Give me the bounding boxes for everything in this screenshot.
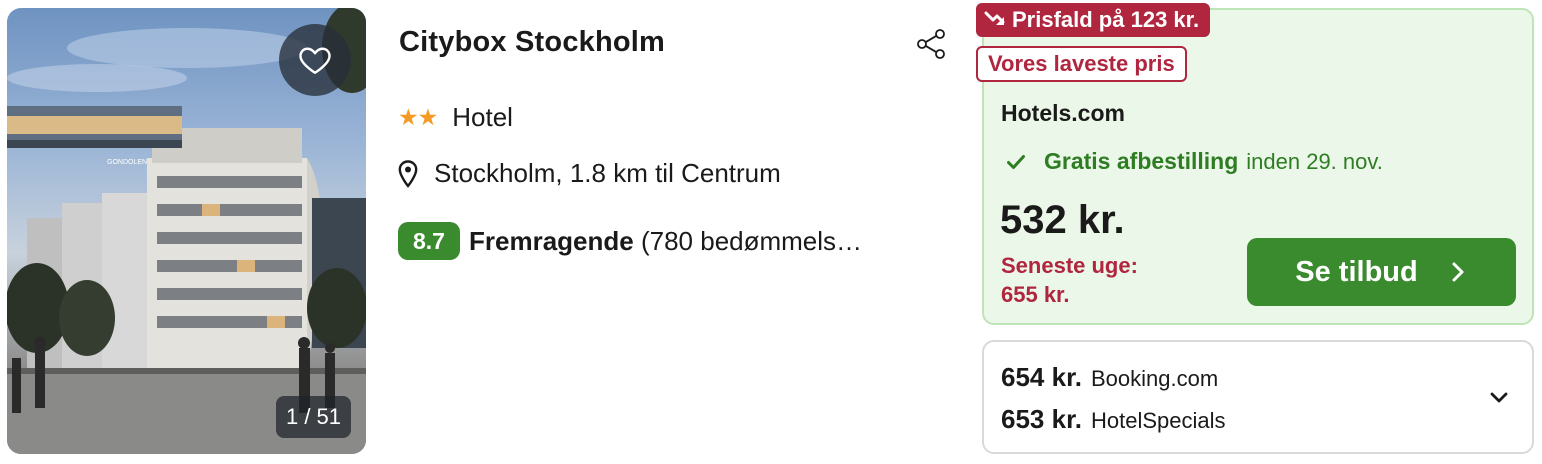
hotel-result-card: GONDOLEN 1 / 51 Citybox Stockholm ★★ Hot…	[0, 0, 1542, 464]
share-icon[interactable]	[914, 27, 948, 61]
free-cancellation-label: Gratis afbestilling	[1044, 148, 1239, 174]
deal-price: 654 kr.	[1001, 362, 1082, 392]
see-offer-button[interactable]: Se tilbud	[1247, 238, 1516, 306]
hotel-type: Hotel	[452, 102, 513, 132]
hotel-photo[interactable]: GONDOLEN 1 / 51	[7, 8, 366, 454]
favorite-button[interactable]	[279, 24, 351, 96]
rating-review-count: (780 bedømmels…	[640, 225, 863, 256]
deal-provider: Booking.com	[1090, 366, 1219, 391]
deal-row: 654 kr. Booking.com	[1001, 362, 1218, 393]
map-pin-icon	[398, 159, 418, 188]
location-row: Stockholm, 1.8 km til Centrum	[398, 158, 781, 189]
cancellation-row: Gratis afbestilling inden 29. nov.	[1006, 148, 1383, 175]
see-offer-label: Se tilbud	[1295, 255, 1418, 288]
hotel-location: Stockholm, 1.8 km til Centrum	[434, 158, 781, 188]
deal-row: 653 kr. HotelSpecials	[1001, 404, 1226, 435]
heart-outline-icon	[299, 47, 331, 74]
bridge-sign: GONDOLEN	[107, 159, 147, 166]
deal-price: 653 kr.	[1001, 404, 1082, 434]
rating-score-badge: 8.7	[398, 222, 460, 260]
lowest-price-badge: Vores laveste pris	[976, 46, 1187, 82]
chevron-right-icon	[1452, 262, 1464, 282]
other-deals-dropdown[interactable]: 654 kr. Booking.com 653 kr. HotelSpecial…	[982, 340, 1534, 454]
deal-provider: HotelSpecials	[1090, 408, 1226, 433]
offer-provider: Hotels.com	[1001, 100, 1125, 126]
chevron-down-icon[interactable]	[1488, 386, 1510, 408]
hotel-name[interactable]: Citybox Stockholm	[399, 26, 665, 59]
last-week-price-block: Seneste uge: 655 kr.	[1001, 251, 1138, 309]
price-drop-label: Prisfald på 123 kr.	[1012, 7, 1200, 32]
last-week-label: Seneste uge:	[1001, 253, 1138, 278]
offer-price: 532 kr.	[1000, 198, 1125, 242]
rating-word: Fremragende	[469, 225, 634, 256]
cancellation-deadline: inden 29. nov.	[1246, 148, 1383, 174]
price-drop-badge: Prisfald på 123 kr.	[976, 3, 1211, 37]
trending-down-icon	[984, 11, 1005, 25]
check-icon	[1007, 154, 1025, 169]
last-week-price: 655 kr.	[1001, 282, 1070, 307]
rating-summary: Fremragende (780 bedømmels…	[469, 226, 862, 257]
photo-counter: 1 / 51	[276, 396, 351, 438]
hotel-class-row: ★★ Hotel	[398, 102, 513, 133]
rating-row[interactable]: 8.7 Fremragende (780 bedømmels…	[398, 222, 862, 260]
star-rating: ★★	[398, 104, 438, 130]
